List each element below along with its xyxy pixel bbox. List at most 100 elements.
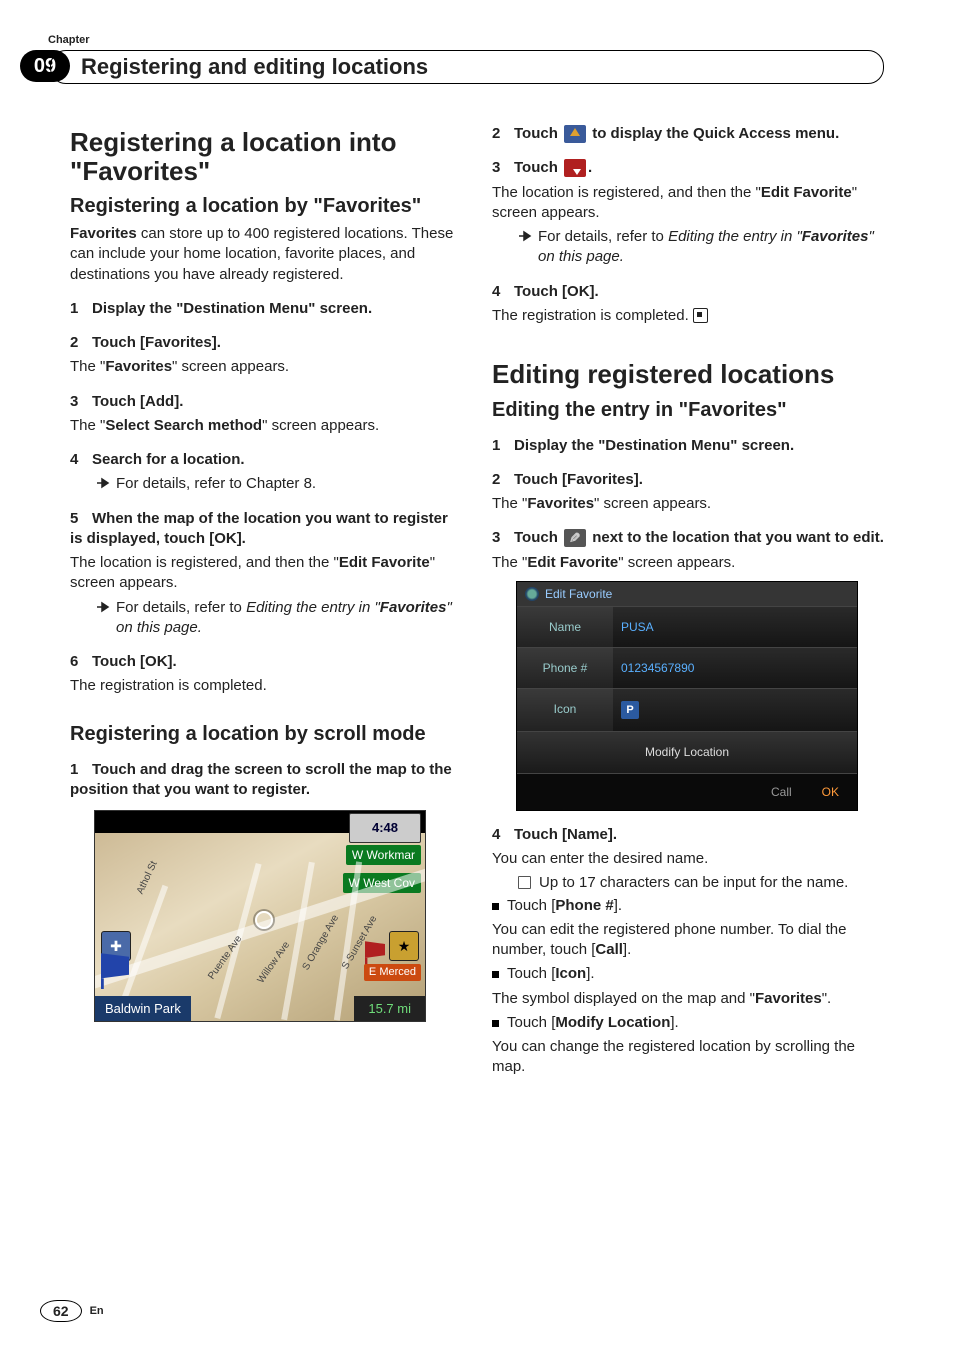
r-step-3: 3Touch . (492, 158, 884, 178)
t: Touch (514, 125, 562, 142)
step-4-text: Search for a location. (92, 451, 245, 468)
register-flag-icon (564, 159, 586, 177)
parking-icon: P (621, 701, 639, 719)
heading-editing-locations: Editing registered locations (492, 360, 884, 389)
t: Editing the entry in " (246, 599, 380, 616)
bullet-modify: Touch [Modify Location]. (492, 1013, 884, 1033)
t: ]. (586, 965, 594, 982)
bullet-icon-text: Touch [Icon]. (507, 964, 595, 984)
language-label: En (90, 1305, 104, 1317)
e-step-2-result: The "Favorites" screen appears. (492, 494, 884, 514)
subheading-editing-entry: Editing the entry in "Favorites" (492, 399, 884, 422)
t: Edit Favorite (339, 554, 430, 571)
bullet-phone-text: Touch [Phone #]. (507, 896, 622, 916)
step-5: 5When the map of the location you want t… (70, 509, 462, 550)
editfav-row-name: Name PUSA (517, 606, 857, 647)
t: Favorites (527, 495, 594, 512)
t: The " (70, 417, 105, 434)
t: The location is registered, and then the… (492, 184, 761, 201)
arrow-icon (518, 230, 532, 242)
t: Editing the entry in " (668, 228, 802, 245)
editfav-modify-location: Modify Location (517, 731, 857, 772)
bullet-icon: Touch [Icon]. (492, 964, 884, 984)
step-6-text: Touch [OK]. (92, 653, 177, 670)
page-number: 62 (40, 1300, 82, 1322)
t: The " (492, 495, 527, 512)
arrow-icon (96, 477, 110, 489)
t: Favorites (105, 358, 172, 375)
r-step-2: 2Touch to display the Quick Access menu. (492, 124, 884, 144)
editfav-row-icon: Icon P (517, 688, 857, 731)
e-step-4: 4Touch [Name]. (492, 825, 884, 845)
step-6-result: The registration is completed. (70, 676, 462, 696)
editfav-icon-value: P (613, 689, 857, 731)
e-step-2: 2Touch [Favorites]. (492, 470, 884, 490)
t: ]. (623, 941, 631, 958)
t: Touch (514, 529, 562, 546)
r-step-3-result: The location is registered, and then the… (492, 183, 884, 224)
map-right-icon: ★ (389, 931, 419, 961)
r-step-4-result: The registration is completed. (492, 306, 884, 326)
road-label: Athol St (134, 859, 161, 896)
map-current-location: Baldwin Park (95, 996, 191, 1022)
intro-paragraph: Favorites can store up to 400 registered… (70, 224, 462, 285)
r-step-3-detail: For details, refer to Editing the entry … (518, 227, 884, 268)
editfav-header: Edit Favorite (517, 582, 857, 606)
t: Touch (514, 159, 562, 176)
editfav-name-value: PUSA (613, 607, 857, 647)
favorites-term: Favorites (70, 225, 137, 242)
left-column: Registering a location into "Favorites" … (70, 110, 462, 1082)
bullet-phone: Touch [Phone #]. (492, 896, 884, 916)
e-step-4-note-text: Up to 17 characters can be input for the… (539, 873, 848, 893)
step-1: 1Display the "Destination Menu" screen. (70, 299, 462, 319)
t: ]. (670, 1014, 678, 1031)
e-step-4-note: Up to 17 characters can be input for the… (518, 873, 884, 893)
page: Chapter 09 Registering and editing locat… (0, 0, 954, 1352)
arrow-icon (96, 601, 110, 613)
right-column: 2Touch to display the Quick Access menu.… (492, 110, 884, 1082)
t: The " (70, 358, 105, 375)
square-bullet-icon (492, 903, 499, 910)
t: " screen appears. (172, 358, 289, 375)
t: Select Search method (105, 417, 262, 434)
t: Touch [ (507, 965, 555, 982)
map-distance: 15.7 mi (354, 996, 425, 1022)
edit-favorite-screenshot: Edit Favorite Name PUSA Phone # 01234567… (516, 581, 858, 811)
step-5-detail-text: For details, refer to Editing the entry … (116, 598, 462, 639)
t: For details, refer to (538, 228, 668, 245)
step-4-detail-text: For details, refer to Chapter 8. (116, 474, 316, 494)
editfav-title: Edit Favorite (545, 586, 612, 602)
step-2: 2Touch [Favorites]. (70, 333, 462, 353)
r-step-3-detail-text: For details, refer to Editing the entry … (538, 227, 884, 268)
t: . (588, 159, 592, 176)
end-section-icon (693, 308, 708, 323)
step-5-detail: For details, refer to Editing the entry … (96, 598, 462, 639)
t: Modify Location (555, 1014, 670, 1031)
step-5-result: The location is registered, and then the… (70, 553, 462, 594)
editfav-ok-button: OK (822, 784, 839, 800)
step-2-text: Touch [Favorites]. (92, 334, 221, 351)
t: " screen appears. (594, 495, 711, 512)
t: For details, refer to (116, 599, 246, 616)
chapter-label: Chapter (48, 34, 90, 46)
bullet-icon-result: The symbol displayed on the map and "Fav… (492, 989, 884, 1009)
t: Phone # (555, 897, 613, 914)
bullet-modify-text: Touch [Modify Location]. (507, 1013, 679, 1033)
t: ]. (614, 897, 622, 914)
editfav-row-phone: Phone # 01234567890 (517, 647, 857, 688)
e-step-4-result: You can enter the desired name. (492, 849, 884, 869)
e-step-1: 1Display the "Destination Menu" screen. (492, 436, 884, 456)
step-3-result: The "Select Search method" screen appear… (70, 416, 462, 436)
t: The registration is completed. (492, 307, 689, 324)
subheading-register-by-scroll: Registering a location by scroll mode (70, 723, 462, 746)
t: Touch [ (507, 1014, 555, 1031)
t: Favorites (755, 990, 822, 1007)
editfav-call-button: Call (771, 784, 792, 800)
step-4: 4Search for a location. (70, 450, 462, 470)
square-bullet-icon (492, 1020, 499, 1027)
t: The location is registered, and then the… (70, 554, 339, 571)
editfav-phone-label: Phone # (517, 648, 613, 688)
t: ". (822, 990, 832, 1007)
chapter-title: Registering and editing locations (50, 50, 884, 84)
scroll-step-1: 1Touch and drag the screen to scroll the… (70, 760, 462, 801)
